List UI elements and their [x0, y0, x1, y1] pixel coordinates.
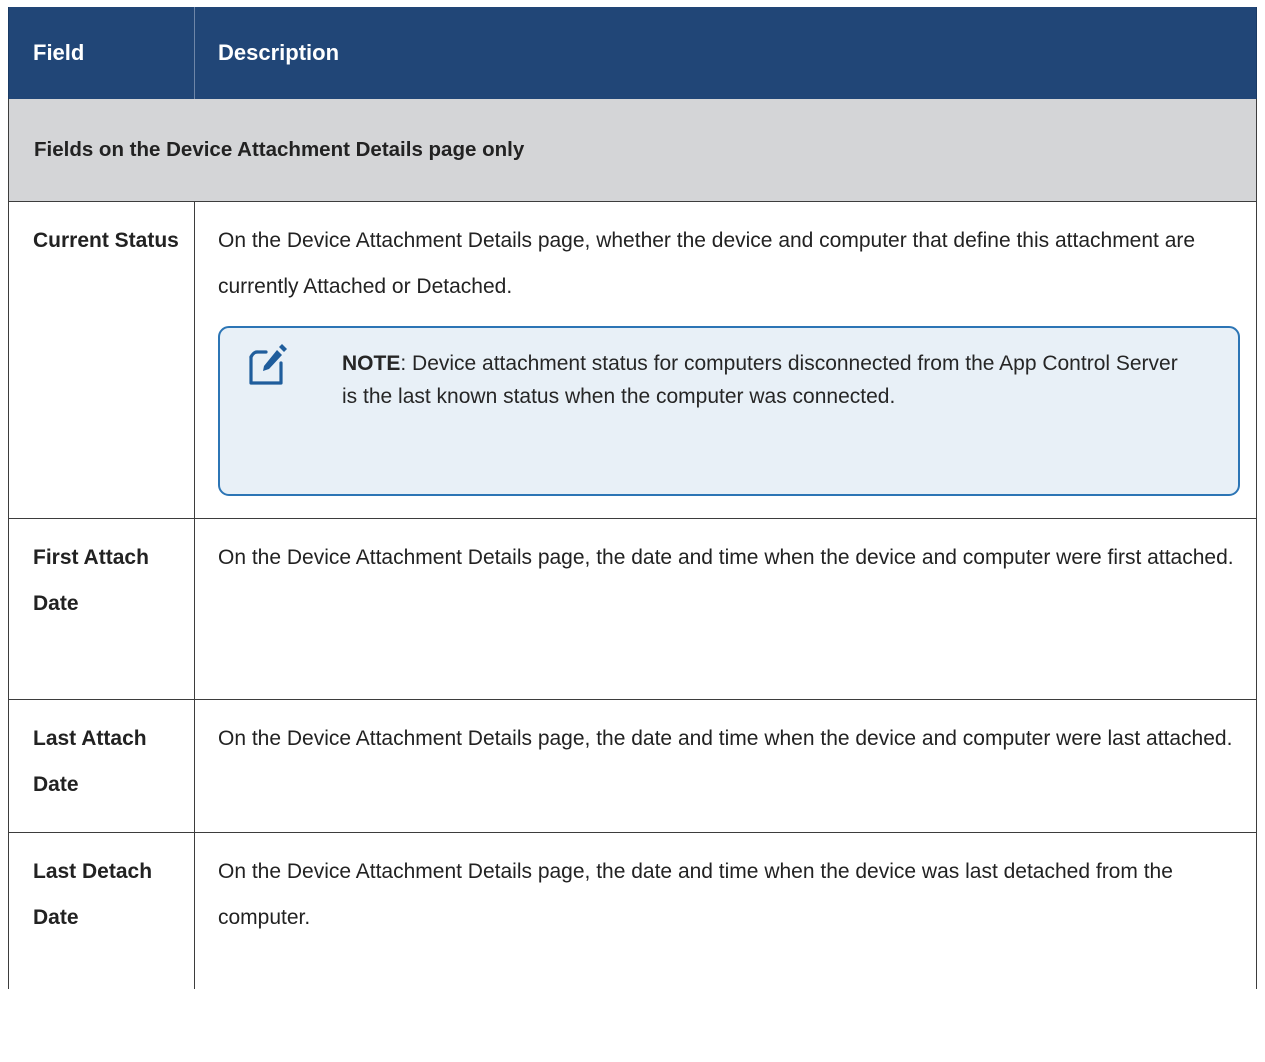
field-description: On the Device Attachment Details page, t… [194, 699, 1257, 833]
table-row: Last Attach Date On the Device Attachmen… [8, 699, 1257, 833]
table-row: First Attach Date On the Device Attachme… [8, 518, 1257, 700]
note-text: NOTE: Device attachment status for compu… [342, 347, 1198, 413]
column-header-description: Description [194, 7, 1257, 99]
table-header-row: Field Description [8, 7, 1257, 99]
note-edit-icon [249, 344, 287, 385]
field-name: Last Detach Date [8, 832, 195, 989]
table-row: Last Detach Date On the Device Attachmen… [8, 832, 1257, 989]
section-title: Fields on the Device Attachment Details … [8, 99, 1257, 202]
field-description-cell: On the Device Attachment Details page, w… [194, 201, 1257, 519]
note-callout: NOTE: Device attachment status for compu… [218, 326, 1240, 496]
column-header-field: Field [8, 7, 195, 99]
field-description: On the Device Attachment Details page, t… [194, 518, 1257, 700]
note-label: NOTE [342, 352, 401, 375]
field-name: First Attach Date [8, 518, 195, 700]
field-description: On the Device Attachment Details page, t… [194, 832, 1257, 989]
field-name: Current Status [8, 201, 195, 519]
section-row: Fields on the Device Attachment Details … [8, 99, 1257, 202]
field-description: On the Device Attachment Details page, w… [218, 229, 1196, 298]
table-row: Current Status On the Device Attachment … [8, 201, 1257, 519]
field-name: Last Attach Date [8, 699, 195, 833]
field-description-table: Field Description Fields on the Device A… [8, 7, 1257, 989]
note-body: Device attachment status for computers d… [342, 352, 1178, 408]
